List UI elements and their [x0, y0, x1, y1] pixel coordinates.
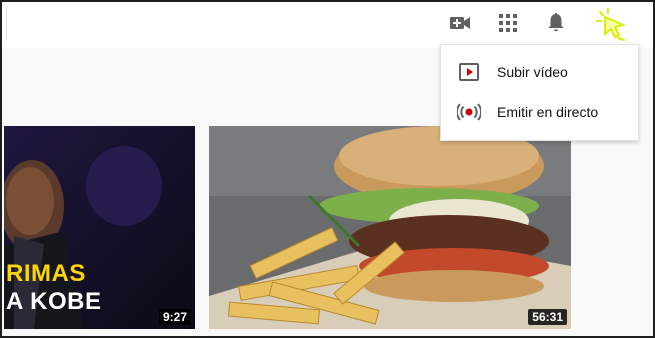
create-video-button[interactable]	[445, 10, 475, 40]
thumbnail-overlay-line-1: RIMAS	[6, 260, 86, 287]
upload-video-icon	[457, 60, 481, 84]
pointer-cursor-icon	[596, 8, 632, 42]
video-thumbnail[interactable]: RIMAS A KOBE 9:27	[4, 126, 195, 329]
apps-grid-icon	[499, 13, 517, 37]
thumbnail-overlay-line-2: A KOBE	[6, 288, 102, 315]
video-duration: 9:27	[158, 309, 191, 325]
notifications-button[interactable]	[541, 10, 571, 40]
youtube-window: RIMAS A KOBE 9:27 56:31 Subir vídeo Emit…	[0, 0, 655, 338]
menu-item-label: Emitir en directo	[497, 104, 599, 120]
thumbnail-image	[209, 126, 571, 329]
video-camera-plus-icon	[449, 14, 471, 37]
video-duration: 56:31	[528, 309, 567, 325]
video-thumbnail[interactable]: 56:31	[209, 126, 571, 329]
search-box-edge	[6, 6, 7, 42]
bell-icon	[547, 12, 565, 38]
menu-item-go-live[interactable]: Emitir en directo	[441, 92, 638, 132]
menu-item-upload-video[interactable]: Subir vídeo	[441, 52, 638, 92]
create-menu: Subir vídeo Emitir en directo	[440, 44, 639, 141]
top-bar	[2, 2, 653, 48]
menu-item-label: Subir vídeo	[497, 64, 568, 80]
go-live-icon	[457, 100, 481, 124]
apps-button[interactable]	[493, 10, 523, 40]
